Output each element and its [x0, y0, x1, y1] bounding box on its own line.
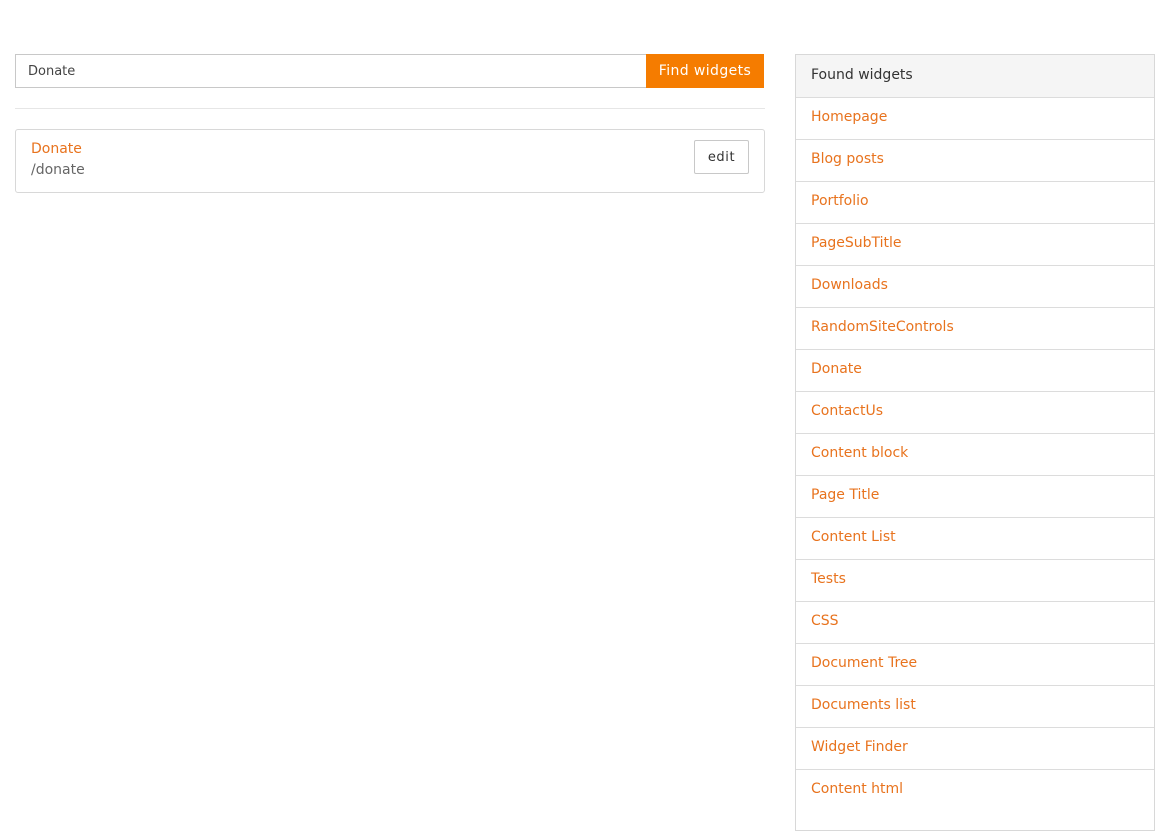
widget-item[interactable]: Homepage: [796, 98, 1154, 140]
widget-item[interactable]: Content block: [796, 434, 1154, 476]
result-path: /donate: [31, 162, 85, 178]
panel-header: Found widgets: [796, 55, 1154, 98]
search-bar: Find widgets: [15, 54, 764, 88]
find-widgets-button[interactable]: Find widgets: [646, 54, 764, 88]
found-widgets-panel: Found widgets Homepage Blog posts Portfo…: [795, 54, 1155, 831]
widget-item[interactable]: Content html: [796, 770, 1154, 812]
widget-item[interactable]: Blog posts: [796, 140, 1154, 182]
widget-item[interactable]: CSS: [796, 602, 1154, 644]
widget-item[interactable]: Donate: [796, 350, 1154, 392]
widget-item[interactable]: RandomSiteControls: [796, 308, 1154, 350]
widget-item[interactable]: Widget Finder: [796, 728, 1154, 770]
search-input[interactable]: [15, 54, 646, 88]
widget-item[interactable]: Tests: [796, 560, 1154, 602]
divider: [15, 108, 765, 109]
widget-item[interactable]: Documents list: [796, 686, 1154, 728]
result-title-link[interactable]: Donate: [31, 141, 82, 157]
widget-item[interactable]: Portfolio: [796, 182, 1154, 224]
widget-item[interactable]: ContactUs: [796, 392, 1154, 434]
widget-item[interactable]: Content List: [796, 518, 1154, 560]
widget-item[interactable]: Document Tree: [796, 644, 1154, 686]
widget-item[interactable]: PageSubTitle: [796, 224, 1154, 266]
widget-item[interactable]: Downloads: [796, 266, 1154, 308]
widget-item[interactable]: Page Title: [796, 476, 1154, 518]
edit-button[interactable]: edit: [694, 140, 749, 174]
widget-finder-page: Find widgets Donate /donate edit Found w…: [0, 0, 1168, 840]
result-card: Donate /donate edit: [15, 129, 765, 193]
widget-list: Homepage Blog posts Portfolio PageSubTit…: [796, 98, 1154, 812]
